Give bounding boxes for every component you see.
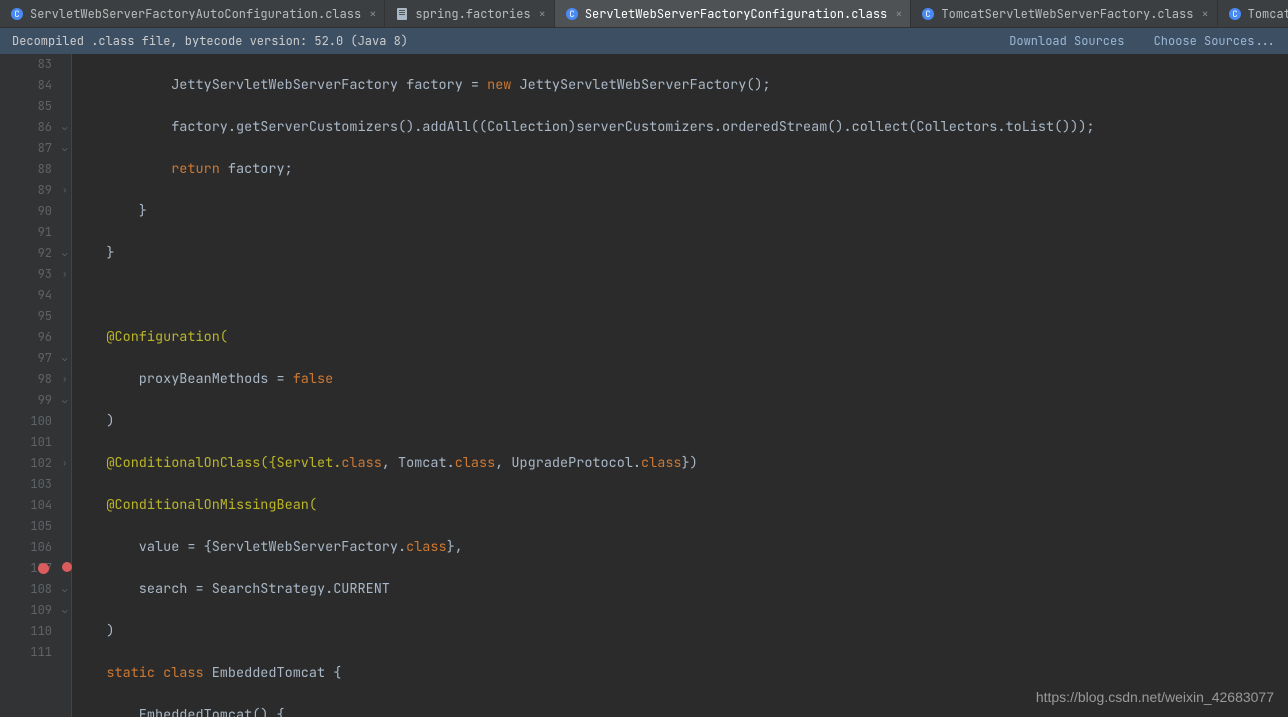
tab-label: TomcatServletWebServerFactory.class	[941, 6, 1193, 22]
code-editor[interactable]: 8384858687888990919293949596979899100101…	[0, 54, 1288, 717]
tab-servlet-autoconf[interactable]: C ServletWebServerFactoryAutoConfigurati…	[0, 0, 385, 27]
breakpoint-marker[interactable]	[62, 562, 72, 572]
breakpoint-marker[interactable]	[38, 563, 49, 574]
svg-text:C: C	[926, 8, 931, 20]
class-icon: C	[1228, 7, 1242, 21]
class-icon: C	[10, 7, 24, 21]
watermark: https://blog.csdn.net/weixin_42683077	[1036, 689, 1274, 705]
close-icon[interactable]: ×	[895, 6, 902, 22]
choose-sources-link[interactable]: Choose Sources...	[1154, 33, 1276, 49]
fold-gutter: ⌄⌄›⌄›⌄›⌄›⌄⌄	[60, 54, 72, 717]
tab-label: ServletWebServerFactoryAutoConfiguration…	[30, 6, 361, 22]
svg-text:C: C	[569, 8, 574, 20]
class-icon: C	[921, 7, 935, 21]
svg-text:C: C	[1232, 8, 1237, 20]
tab-tomcat-servlet-factory[interactable]: C TomcatServletWebServerFactory.class ×	[911, 0, 1217, 27]
tab-tomcat-webserver-custo[interactable]: C TomcatWebServerFactoryCusto	[1218, 0, 1288, 27]
code-area[interactable]: JettyServletWebServerFactory factory = n…	[72, 54, 1288, 717]
close-icon[interactable]: ×	[369, 6, 376, 22]
line-number-gutter: 8384858687888990919293949596979899100101…	[0, 54, 60, 717]
banner-message: Decompiled .class file, bytecode version…	[12, 33, 408, 49]
download-sources-link[interactable]: Download Sources	[1009, 33, 1124, 49]
tab-label: TomcatWebServerFactoryCusto	[1248, 6, 1288, 22]
close-icon[interactable]: ×	[1201, 6, 1208, 22]
tab-servlet-config[interactable]: C ServletWebServerFactoryConfiguration.c…	[555, 0, 912, 27]
editor-tabs: C ServletWebServerFactoryAutoConfigurati…	[0, 0, 1288, 28]
tab-label: ServletWebServerFactoryConfiguration.cla…	[585, 6, 887, 22]
class-icon: C	[565, 7, 579, 21]
file-icon	[395, 7, 409, 21]
tab-spring-factories[interactable]: spring.factories ×	[385, 0, 554, 27]
tab-label: spring.factories	[415, 6, 530, 22]
svg-text:C: C	[14, 8, 19, 20]
close-icon[interactable]: ×	[539, 6, 546, 22]
decompiled-banner: Decompiled .class file, bytecode version…	[0, 28, 1288, 54]
